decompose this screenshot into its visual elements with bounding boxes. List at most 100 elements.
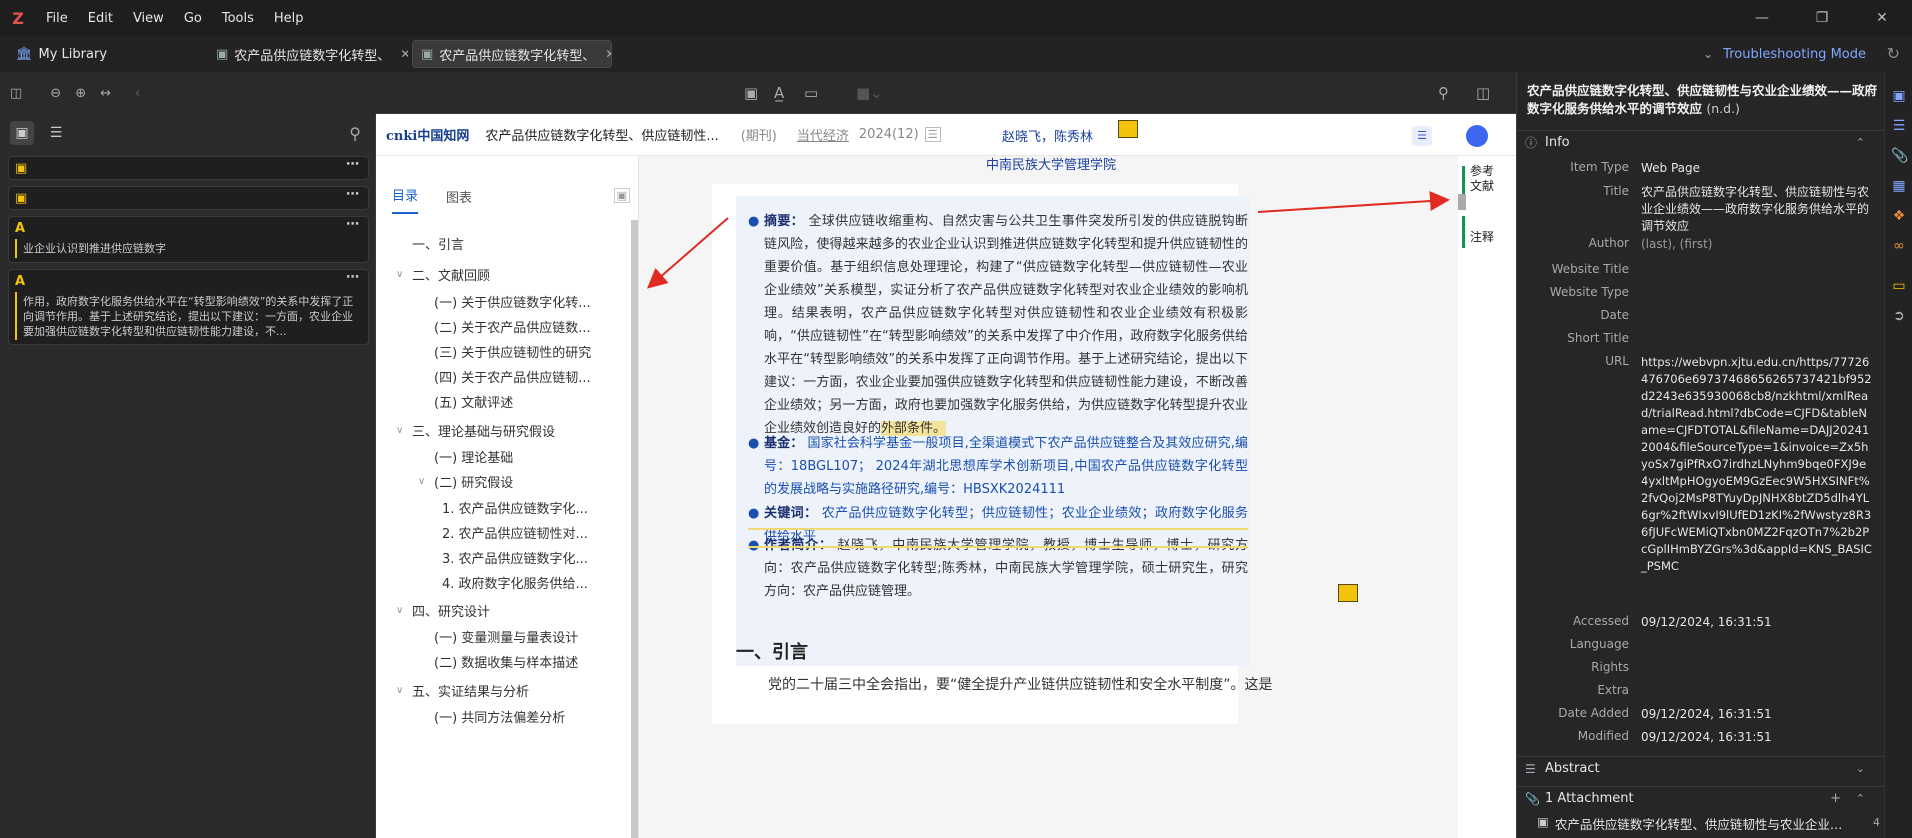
close-tab-icon[interactable]: ✕ bbox=[400, 47, 408, 61]
more-icon[interactable]: ⋯ bbox=[346, 187, 360, 202]
toc-item[interactable]: (二) 关于农产品供应链数... bbox=[434, 317, 626, 336]
menu-help[interactable]: Help bbox=[264, 11, 314, 26]
cnki-logo[interactable]: cnki中国知网 bbox=[386, 125, 469, 144]
attachments-section-header[interactable]: 📎 1 Attachment ⌃ + bbox=[1517, 786, 1884, 810]
outline-view-icon[interactable]: ☰ bbox=[44, 121, 68, 145]
annotation-card[interactable]: A ⋯ 作用，政府数字化服务供给水平在“转型影响绩效”的关系中发挥了正向调节作用… bbox=[8, 269, 369, 345]
annotation-card[interactable]: ▣ ⋯ bbox=[8, 156, 369, 180]
chevron-down-icon[interactable]: ∨ bbox=[396, 685, 403, 696]
toc-item[interactable]: 三、理论基础与研究假设 bbox=[412, 421, 626, 440]
color-picker-icon[interactable]: ■⌄ bbox=[856, 84, 883, 102]
field-value[interactable]: 09/12/2024, 16:31:51 bbox=[1641, 614, 1873, 631]
field-value[interactable]: 农产品供应链数字化转型、供应链韧性与农业企业绩效——政府数字化服务供给水平的调节… bbox=[1641, 184, 1873, 235]
add-attachment-icon[interactable]: + bbox=[1830, 791, 1841, 806]
annotation-card[interactable]: ▣ ⋯ bbox=[8, 186, 369, 210]
toc-item[interactable]: (一) 理论基础 bbox=[434, 447, 626, 466]
info-section-header[interactable]: ⓘ Info ⌃ bbox=[1517, 130, 1884, 154]
toc-item[interactable]: (三) 关于供应链韧性的研究 bbox=[434, 342, 626, 361]
annotations-view-icon[interactable]: ▣ bbox=[10, 121, 34, 145]
toc-item[interactable]: 1. 农产品供应链数字化... bbox=[442, 498, 626, 517]
info-nav-icon[interactable]: ▣ bbox=[1891, 88, 1907, 104]
text-annotation-icon[interactable]: ▣ bbox=[744, 84, 758, 102]
related-nav-icon[interactable]: ∞ bbox=[1891, 238, 1907, 254]
chevron-down-icon[interactable]: ∨ bbox=[396, 269, 403, 280]
user-avatar[interactable] bbox=[1466, 125, 1488, 147]
toc-item[interactable]: 二、文献回顾 bbox=[412, 265, 626, 284]
toc-item[interactable]: 四、研究设计 bbox=[412, 601, 626, 620]
tab-label: 农产品供应链数字化转型、 bbox=[234, 48, 391, 64]
references-link[interactable]: 参考文献 bbox=[1470, 164, 1498, 194]
tags-nav-icon[interactable]: ❖ bbox=[1891, 208, 1907, 224]
menu-go[interactable]: Go bbox=[174, 11, 212, 26]
tab-figures[interactable]: 图表 bbox=[446, 187, 472, 214]
toc-item[interactable]: 4. 政府数字化服务供给... bbox=[442, 573, 626, 592]
toc-item[interactable]: 一、引言 bbox=[412, 234, 626, 253]
more-icon[interactable]: ⋯ bbox=[346, 157, 360, 172]
item-title[interactable]: 农产品供应链数字化转型、供应链韧性与农业企业绩效——政府数字化服务供给水平的调节… bbox=[1527, 82, 1877, 118]
zoom-out-icon[interactable]: ⊖ bbox=[50, 86, 61, 101]
more-icon[interactable]: ⋯ bbox=[346, 217, 360, 232]
field-value[interactable]: (last), (first) bbox=[1641, 236, 1873, 253]
sync-icon[interactable]: ↻ bbox=[1887, 44, 1900, 63]
more-icon[interactable]: ⋯ bbox=[346, 270, 360, 285]
toc-item[interactable]: 五、实证结果与分析 bbox=[412, 681, 626, 700]
attachments-nav-icon[interactable]: 📎 bbox=[1891, 148, 1908, 164]
field-value[interactable]: https://webvpn.xjtu.edu.cn/https/7772647… bbox=[1641, 354, 1873, 575]
chevron-down-icon[interactable]: ∨ bbox=[396, 605, 403, 616]
zoom-in-icon[interactable]: ⊕ bbox=[75, 86, 86, 101]
search-icon[interactable]: ⚲ bbox=[349, 124, 361, 143]
chevron-down-icon[interactable]: ∨ bbox=[418, 476, 425, 487]
tab-outline[interactable]: 目录 bbox=[392, 185, 419, 214]
fit-width-icon[interactable]: ↔ bbox=[100, 86, 111, 101]
highlight-tool-icon[interactable]: A̲ bbox=[774, 84, 784, 102]
troubleshooting-mode[interactable]: ⌄ Troubleshooting Mode bbox=[1703, 36, 1866, 72]
find-icon[interactable]: ⚲ bbox=[1438, 84, 1449, 102]
abstract-section-header[interactable]: ☰ Abstract ⌄ bbox=[1517, 756, 1884, 780]
menu-file[interactable]: File bbox=[36, 11, 78, 26]
collapse-toc-icon[interactable]: ▣ bbox=[613, 188, 630, 203]
chevron-down-icon[interactable]: ∨ bbox=[396, 425, 403, 436]
abstract-nav-icon[interactable]: ☰ bbox=[1891, 118, 1907, 134]
back-icon[interactable]: ‹ bbox=[135, 86, 140, 101]
toc-item[interactable]: 2. 农产品供应链韧性对... bbox=[442, 523, 626, 542]
toc-item[interactable]: (五) 文献评述 bbox=[434, 392, 626, 411]
toc-item[interactable]: (二) 研究假设 bbox=[434, 472, 626, 491]
annotation-card[interactable]: A ⋯ 业企业认识到推进供应链数字 bbox=[8, 216, 369, 263]
menu-edit[interactable]: Edit bbox=[78, 11, 123, 26]
note-tool-icon[interactable]: ▭ bbox=[804, 84, 818, 102]
toc-item[interactable]: (一) 共同方法偏差分析 bbox=[434, 707, 626, 726]
restore-icon[interactable]: ❐ bbox=[1792, 0, 1852, 36]
minimize-icon[interactable]: — bbox=[1732, 0, 1792, 36]
notes-nav-icon[interactable]: ▭ bbox=[1891, 278, 1907, 294]
cnki-journal-link[interactable]: 当代经济 bbox=[797, 125, 849, 144]
sticky-note-icon[interactable] bbox=[1338, 584, 1358, 602]
fund-text[interactable]: 国家社会科学基金一般项目,全渠道模式下农产品供应链整合及其效应研究,编号：18B… bbox=[764, 436, 1248, 497]
cnki-issue-icon[interactable]: ☰ bbox=[924, 127, 941, 142]
close-tab-icon[interactable]: ✕ bbox=[605, 47, 611, 61]
menu-tools[interactable]: Tools bbox=[212, 11, 264, 26]
sticky-note-icon[interactable] bbox=[1118, 120, 1138, 138]
tab-document-2[interactable]: ▣ 农产品供应链数字化转型、 ✕ bbox=[412, 40, 612, 68]
field-value[interactable]: 09/12/2024, 16:31:51 bbox=[1641, 729, 1873, 746]
field-value[interactable]: Web Page bbox=[1641, 160, 1873, 177]
toc-item[interactable]: (四) 关于农产品供应链韧... bbox=[434, 367, 626, 386]
toc-scrollbar[interactable] bbox=[631, 220, 638, 838]
chevron-up-icon: ⌃ bbox=[1855, 136, 1865, 149]
tab-my-library[interactable]: 🏛 My Library bbox=[4, 40, 204, 68]
toggle-sidebar-icon[interactable]: ◫ bbox=[10, 86, 22, 101]
tab-document-1[interactable]: ▣ 农产品供应链数字化转型、 ✕ bbox=[208, 40, 408, 68]
close-icon[interactable]: ✕ bbox=[1852, 0, 1912, 36]
cnki-toolbox-icon[interactable]: ☰ bbox=[1412, 126, 1432, 146]
toc-item[interactable]: 3. 农产品供应链数字化... bbox=[442, 548, 626, 567]
libraries-nav-icon[interactable]: ▦ bbox=[1891, 178, 1907, 194]
notes-link[interactable]: 注释 bbox=[1470, 228, 1494, 245]
rail-scroll-thumb[interactable] bbox=[1458, 194, 1466, 210]
toc-item[interactable]: (一) 变量测量与量表设计 bbox=[434, 627, 626, 646]
toc-item[interactable]: (二) 数据收集与样本描述 bbox=[434, 652, 626, 671]
menu-view[interactable]: View bbox=[123, 11, 174, 26]
attachment-row[interactable]: ▣ 农产品供应链数字化转型、供应链韧性与农业企业绩效——政府数字化服务供给水平的… bbox=[1537, 814, 1867, 833]
context-pane-toggle-icon[interactable]: ◫ bbox=[1476, 84, 1490, 102]
field-value[interactable]: 09/12/2024, 16:31:51 bbox=[1641, 706, 1873, 723]
locate-nav-icon[interactable]: ➲ bbox=[1891, 308, 1907, 324]
toc-item[interactable]: (一) 关于供应链数字化转... bbox=[434, 292, 626, 311]
